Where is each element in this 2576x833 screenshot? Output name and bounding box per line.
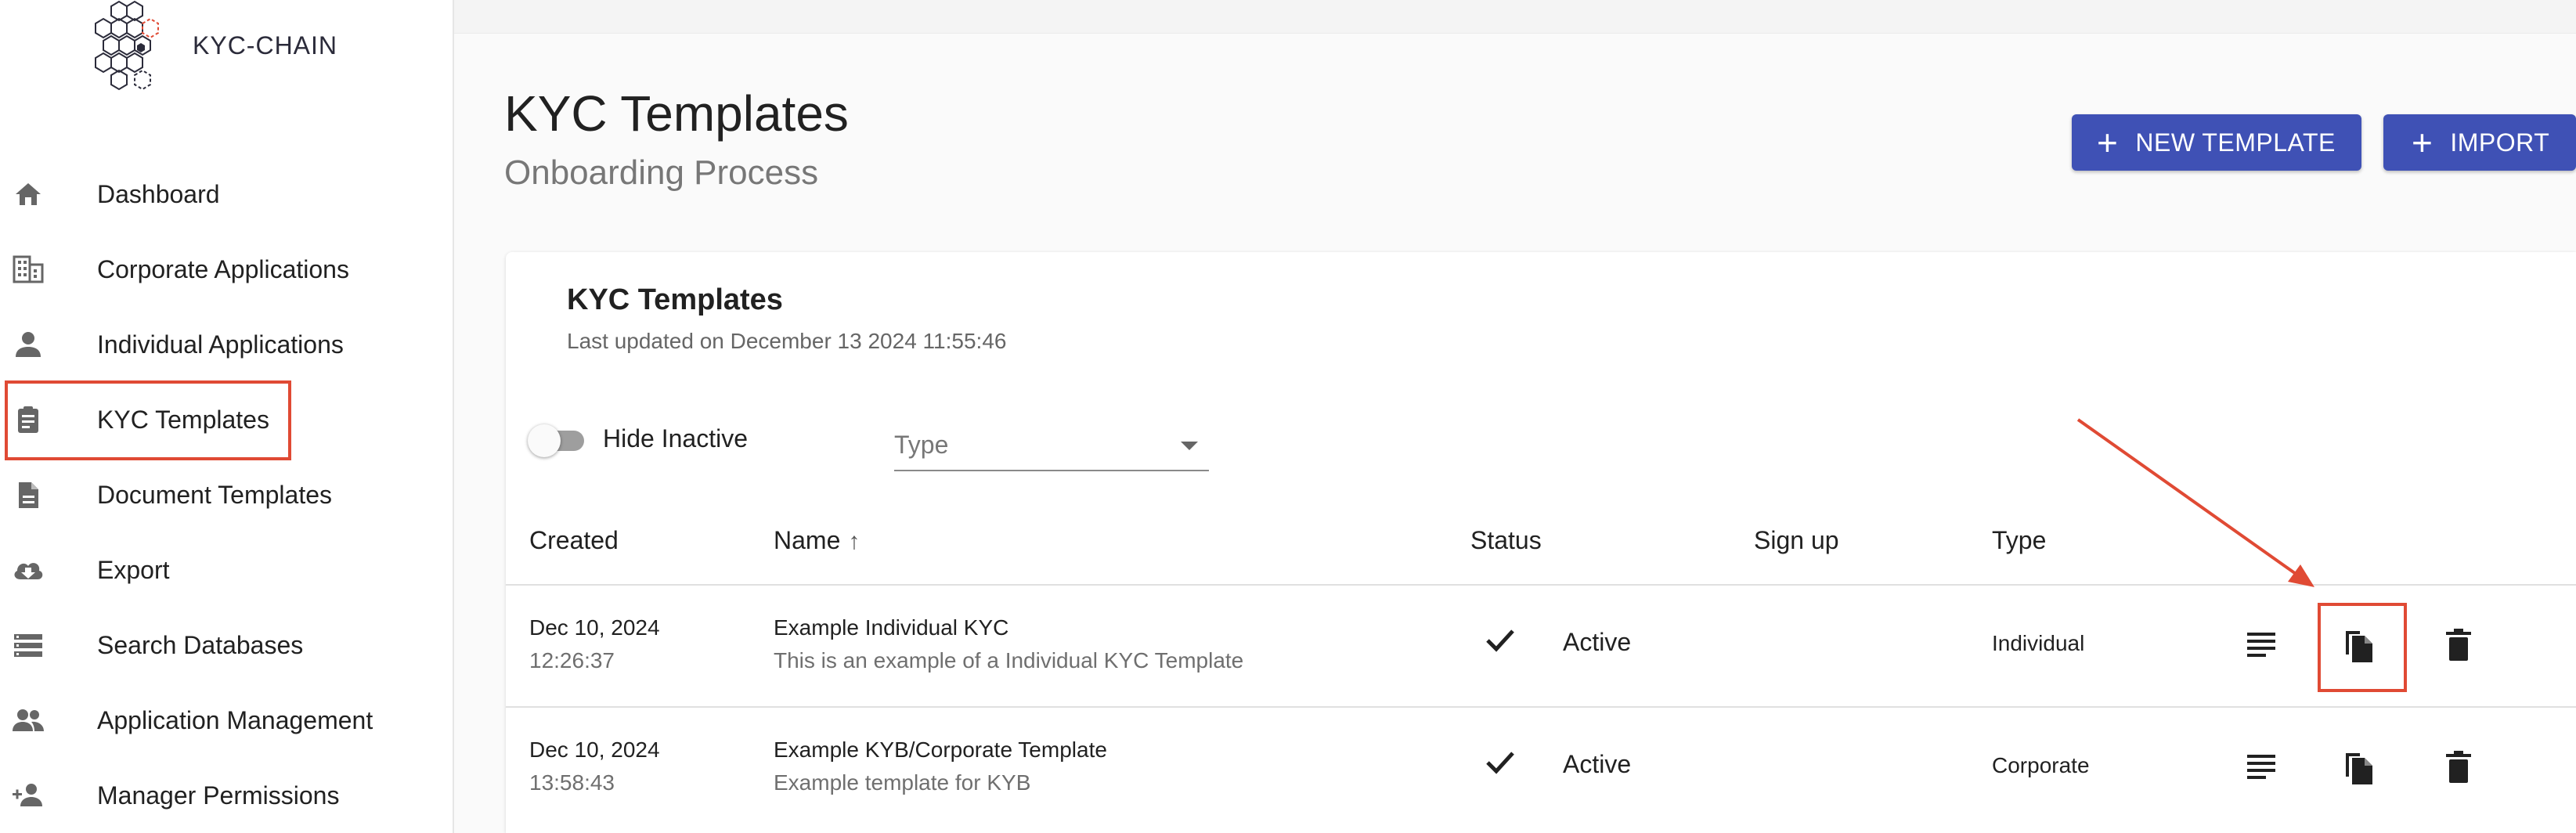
type-select-placeholder: Type (894, 431, 949, 459)
last-updated-text: Last updated on December 13 2024 11:55:4… (567, 329, 1007, 353)
column-header-status[interactable]: Status (1470, 526, 1542, 555)
sidebar-item-label: Document Templates (97, 480, 332, 509)
sidebar-item-application-management[interactable]: Application Management (0, 683, 453, 758)
sort-arrow-up-icon: ↑ (848, 528, 860, 554)
checkmark-icon (1486, 629, 1514, 652)
sidebar-item-label: Manager Permissions (97, 781, 340, 810)
sidebar-item-label: Search Databases (97, 630, 304, 659)
row-description: This is an example of a Individual KYC T… (774, 648, 1244, 673)
row-divider (506, 706, 2576, 708)
row-name: Example KYB/Corporate Template (774, 737, 1107, 762)
column-header-signup[interactable]: Sign up (1754, 526, 1839, 555)
column-header-name-label: Name (774, 526, 841, 554)
hide-inactive-toggle[interactable] (528, 424, 587, 457)
page-title: KYC Templates (504, 85, 849, 142)
row-type: Individual (1992, 631, 2085, 655)
sidebar-item-label: Corporate Applications (97, 254, 349, 283)
card-title: KYC Templates (567, 283, 783, 316)
document-icon (19, 482, 38, 508)
copy-icon[interactable] (2338, 625, 2379, 665)
trash-icon[interactable] (2438, 625, 2479, 665)
cloud-download-icon (14, 563, 43, 579)
checkmark-icon (1486, 752, 1514, 774)
details-lines-icon[interactable] (2242, 747, 2283, 788)
row-status: Active (1563, 750, 1632, 778)
details-lines-icon[interactable] (2242, 625, 2283, 665)
sidebar-item-label: KYC Templates (97, 405, 269, 434)
column-header-name[interactable]: Name ↑ (774, 526, 860, 555)
sidebar-item-label: Application Management (97, 705, 373, 734)
sidebar-nav: Dashboard Corporate Applications Individ… (0, 157, 453, 833)
trash-icon[interactable] (2438, 747, 2479, 788)
column-header-type[interactable]: Type (1992, 526, 2046, 555)
main-content: KYC Templates Onboarding Process + NEW T… (454, 0, 2576, 833)
list-icon (14, 634, 42, 657)
sidebar-item-manager-permissions[interactable]: Manager Permissions (0, 758, 453, 833)
row-description: Example template for KYB (774, 770, 1031, 795)
sidebar-item-search-databases[interactable]: Search Databases (0, 608, 453, 683)
top-app-bar (454, 0, 2576, 34)
row-created-date: Dec 10, 2024 (529, 737, 660, 762)
column-header-created[interactable]: Created (529, 526, 619, 555)
hide-inactive-label: Hide Inactive (603, 424, 748, 453)
import-button[interactable]: + IMPORT (2383, 114, 2576, 171)
sidebar-item-individual-applications[interactable]: Individual Applications (0, 307, 453, 382)
copy-icon[interactable] (2338, 747, 2379, 788)
row-created-time: 12:26:37 (529, 648, 615, 673)
row-created-date: Dec 10, 2024 (529, 615, 660, 640)
sidebar-item-document-templates[interactable]: Document Templates (0, 457, 453, 532)
import-label: IMPORT (2450, 128, 2550, 157)
kyc-chain-logo[interactable]: KYC-CHAIN (88, 0, 354, 102)
person-add-icon (13, 784, 42, 806)
toggle-thumb (528, 424, 561, 457)
new-template-button[interactable]: + NEW TEMPLATE (2072, 114, 2361, 171)
logo-text: KYC-CHAIN (193, 31, 338, 60)
new-template-label: NEW TEMPLATE (2135, 128, 2336, 157)
sidebar: KYC-CHAIN Dashboard Corporate Applicatio… (0, 0, 454, 833)
sidebar-item-label: Dashboard (97, 179, 220, 208)
row-created-time: 13:58:43 (529, 770, 615, 795)
row-name: Example Individual KYC (774, 615, 1009, 640)
plus-icon: + (2097, 122, 2119, 163)
type-select[interactable]: Type (894, 423, 1209, 471)
sidebar-item-kyc-templates[interactable]: KYC Templates (0, 382, 453, 457)
home-icon (16, 183, 41, 205)
people-icon (13, 709, 44, 731)
person-icon (16, 332, 41, 357)
hexagon-logo-icon (95, 0, 159, 91)
sidebar-item-label: Individual Applications (97, 330, 344, 359)
sidebar-item-dashboard[interactable]: Dashboard (0, 157, 453, 232)
templates-card: KYC Templates Last updated on December 1… (506, 252, 2576, 833)
header-divider (506, 584, 2576, 586)
row-type: Corporate (1992, 753, 2090, 777)
sidebar-item-corporate-applications[interactable]: Corporate Applications (0, 232, 453, 307)
building-icon (13, 255, 44, 283)
plus-icon: + (2412, 122, 2433, 163)
page-subtitle: Onboarding Process (504, 153, 819, 192)
sidebar-item-label: Export (97, 555, 170, 584)
sidebar-item-export[interactable]: Export (0, 532, 453, 608)
chevron-down-icon (1181, 442, 1198, 450)
row-status: Active (1563, 628, 1632, 656)
clipboard-icon (18, 406, 38, 433)
